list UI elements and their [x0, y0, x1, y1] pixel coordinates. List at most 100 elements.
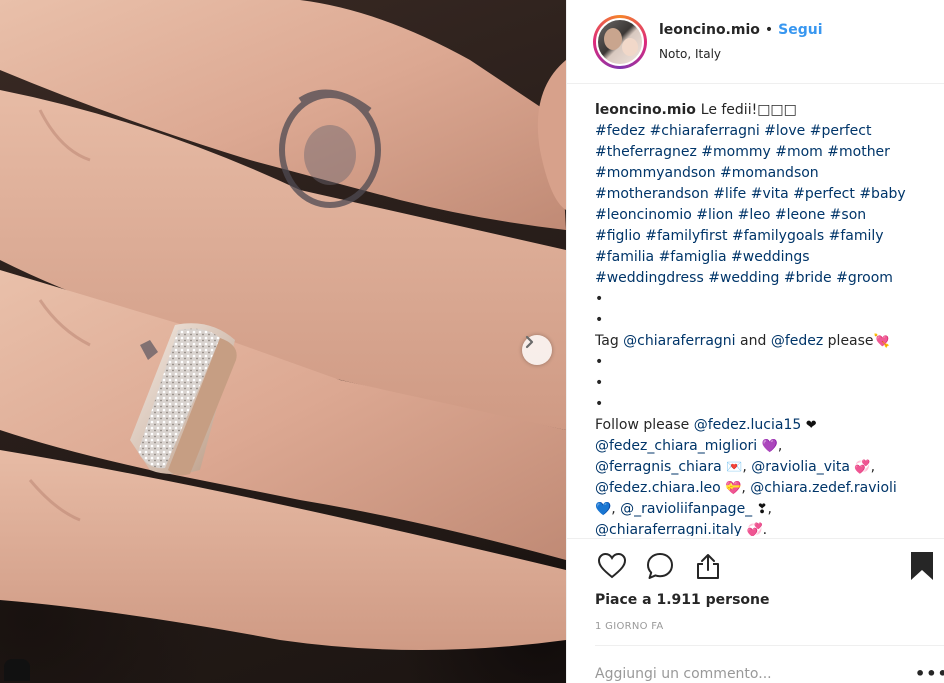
caption-text: please	[823, 333, 874, 349]
caption-username[interactable]: leoncino.mio	[595, 102, 701, 118]
hashtag-link[interactable]: #life	[713, 186, 746, 202]
follow-button[interactable]: Segui	[778, 22, 822, 38]
bookmark-filled-icon	[911, 552, 933, 580]
heart-emoji-icon: 💝	[725, 481, 742, 496]
caption-line: leoncino.mio Le fedii!□□□	[595, 100, 935, 121]
hashtag-link[interactable]: #bride	[784, 270, 832, 286]
hashtag-link[interactable]: #familia	[595, 249, 654, 265]
hashtag-link[interactable]: #perfect	[810, 123, 872, 139]
hashtag-link[interactable]: #groom	[836, 270, 893, 286]
user-tag-icon[interactable]	[4, 659, 30, 681]
heart-emoji-icon: 💙	[595, 502, 612, 517]
share-button[interactable]	[691, 549, 725, 583]
hashtag-link[interactable]: #family	[829, 228, 884, 244]
hashtag-link[interactable]: #mother	[827, 144, 890, 160]
mention-link[interactable]: @chiara.zedef.ravioli	[750, 480, 897, 496]
caption-line: #fedez #chiaraferragni #love #perfect	[595, 121, 935, 142]
caption-line: 💙, @_ravioliifanpage_ ❣,	[595, 499, 935, 520]
next-image-button[interactable]	[522, 335, 552, 365]
heart-emoji-icon: ❤	[805, 418, 817, 433]
heart-emoji-icon: 💌	[726, 460, 743, 475]
caption-text: ,	[611, 501, 621, 517]
hashtag-link[interactable]: #familygoals	[732, 228, 824, 244]
post-timestamp: 1 GIORNO FA	[595, 621, 664, 632]
mention-link[interactable]: @raviolia_vita	[751, 459, 850, 475]
mention-link[interactable]: @_ravioliifanpage_	[620, 501, 752, 517]
caption-line: •	[595, 352, 935, 373]
post-actions: Piace a 1.911 persone 1 GIORNO FA	[567, 538, 944, 662]
hashtag-link[interactable]: #wedding	[708, 270, 779, 286]
caption-text: ,	[741, 480, 751, 496]
hashtag-link[interactable]: #momandson	[720, 165, 819, 181]
mention-link[interactable]: @fedez	[771, 333, 823, 349]
more-options-button[interactable]: •••	[915, 664, 944, 683]
username-link[interactable]: leoncino.mio	[659, 22, 760, 38]
caption-line: •	[595, 310, 935, 331]
mention-link[interactable]: @fedez.lucia15	[694, 417, 802, 433]
hashtag-link[interactable]: #leone	[775, 207, 825, 223]
hashtag-link[interactable]: #son	[830, 207, 866, 223]
hashtag-link[interactable]: #lion	[696, 207, 733, 223]
caption-text: •	[595, 312, 604, 328]
caption-text: Tag	[595, 333, 624, 349]
hashtag-link[interactable]: #mommy	[701, 144, 771, 160]
caption-line: Follow please @fedez.lucia15 ❤	[595, 415, 935, 436]
caption-line: #leoncinomio #lion #leo #leone #son	[595, 205, 935, 226]
caption-text: and	[735, 333, 771, 349]
hashtag-link[interactable]: #love	[764, 123, 805, 139]
hashtag-link[interactable]: #weddingdress	[595, 270, 704, 286]
caption-line: •	[595, 289, 935, 310]
chevron-right-icon	[525, 335, 534, 349]
mention-link[interactable]: @fedez.chiara.leo	[595, 480, 721, 496]
like-button[interactable]	[595, 549, 629, 583]
heart-emoji-icon: 💞	[854, 460, 871, 475]
caption-text: •	[595, 396, 604, 412]
post-caption: leoncino.mio Le fedii!□□□ #fedez #chiaraf…	[595, 100, 935, 536]
hashtag-link[interactable]: #fedez	[595, 123, 645, 139]
hashtag-link[interactable]: #theferragnez	[595, 144, 697, 160]
location-link[interactable]: Noto, Italy	[659, 47, 823, 61]
caption-text: ,	[742, 459, 752, 475]
comment-bubble-icon	[647, 553, 673, 579]
caption-text: Follow please	[595, 417, 694, 433]
save-button[interactable]	[905, 549, 939, 583]
caption-line: #weddingdress #wedding #bride #groom	[595, 268, 935, 289]
hashtag-link[interactable]: #mom	[775, 144, 823, 160]
caption-line: @chiaraferragni.italy 💞.	[595, 520, 935, 536]
hashtag-link[interactable]: #motherandson	[595, 186, 709, 202]
comment-button[interactable]	[643, 549, 677, 583]
caption-text: •	[595, 291, 604, 307]
hashtag-link[interactable]: #famiglia	[659, 249, 727, 265]
likes-count[interactable]: Piace a 1.911 persone	[595, 592, 770, 608]
heart-emoji-icon: 💘	[873, 334, 890, 349]
mention-link[interactable]: @chiaraferragni.italy	[595, 522, 742, 536]
caption-text: •	[595, 375, 604, 391]
caption-line: #figlio #familyfirst #familygoals #famil…	[595, 226, 935, 247]
mention-link[interactable]: @fedez_chiara_migliori	[595, 438, 757, 454]
caption-line: Tag @chiaraferragni and @fedez please💘	[595, 331, 935, 352]
hashtag-link[interactable]: #baby	[859, 186, 905, 202]
mention-link[interactable]: @chiaraferragni	[623, 333, 735, 349]
caption-line: •	[595, 394, 935, 415]
hashtag-link[interactable]: #leo	[738, 207, 771, 223]
caption-line: #theferragnez #mommy #mom #mother	[595, 142, 935, 163]
avatar[interactable]	[593, 14, 647, 69]
caption-line: #motherandson #life #vita #perfect #baby	[595, 184, 935, 205]
mention-link[interactable]: @ferragnis_chiara	[595, 459, 722, 475]
hashtag-link[interactable]: #mommyandson	[595, 165, 716, 181]
hashtag-link[interactable]: #figlio	[595, 228, 641, 244]
divider	[595, 645, 944, 646]
comment-input[interactable]	[595, 664, 895, 683]
hashtag-link[interactable]: #familyfirst	[645, 228, 727, 244]
caption-text: Le fedii!□□□	[700, 102, 797, 118]
hashtag-link[interactable]: #leoncinomio	[595, 207, 692, 223]
hashtag-link[interactable]: #weddings	[731, 249, 810, 265]
separator-dot: •	[764, 22, 774, 38]
post-photo[interactable]	[0, 0, 566, 683]
caption-line: @fedez.chiara.leo 💝, @chiara.zedef.ravio…	[595, 478, 935, 499]
hashtag-link[interactable]: #perfect	[793, 186, 855, 202]
post-header: leoncino.mio • Segui Noto, Italy	[567, 0, 944, 84]
hashtag-link[interactable]: #chiaraferragni	[650, 123, 760, 139]
heart-emoji-icon: ❣	[756, 502, 768, 517]
hashtag-link[interactable]: #vita	[751, 186, 789, 202]
